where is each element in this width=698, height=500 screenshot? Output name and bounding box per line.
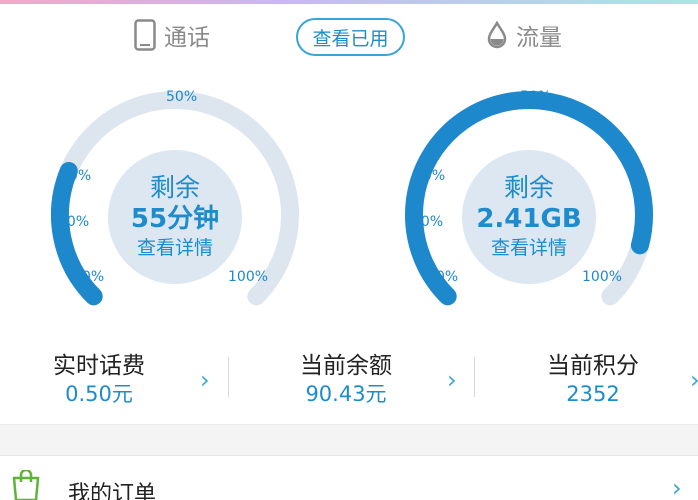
- top-accent-line: [0, 0, 698, 4]
- tab-data-label: 流量: [516, 25, 562, 51]
- call-remaining-title: 剩余: [149, 173, 200, 202]
- stat-realtime-charge-value: 0.50元: [65, 382, 133, 406]
- stat-current-points[interactable]: 当前积分 2352: [513, 352, 673, 408]
- my-orders-label: 我的订单: [68, 482, 157, 500]
- call-remaining-value: 55分钟: [130, 204, 220, 234]
- tick-20: 20%: [414, 168, 446, 184]
- stat-current-balance-label: 当前余额: [300, 353, 392, 379]
- stat-current-points-value: 2352: [566, 382, 620, 406]
- stat-current-balance[interactable]: 当前余额 90.43元: [266, 352, 426, 408]
- data-view-details-link[interactable]: 查看详情: [491, 235, 567, 261]
- tick-0: 0%: [82, 269, 105, 285]
- view-used-button[interactable]: 查看已用: [296, 18, 405, 56]
- data-gauge[interactable]: 0% 10% 20% 50% 100% 剩余 2.41GB 查看详情: [374, 60, 674, 310]
- tab-data[interactable]: 流量: [486, 18, 562, 52]
- stat-current-balance-value: 90.43元: [305, 382, 387, 406]
- chevron-right-icon[interactable]: ›: [200, 368, 210, 392]
- tick-0: 0%: [436, 269, 459, 285]
- call-view-details-link[interactable]: 查看详情: [137, 235, 213, 261]
- data-remaining-title: 剩余: [503, 173, 554, 202]
- phone-icon: [134, 19, 156, 51]
- data-remaining-value: 2.41GB: [476, 204, 582, 234]
- tick-10: 10%: [58, 214, 90, 230]
- stat-realtime-charge[interactable]: 实时话费 0.50元: [19, 352, 179, 408]
- divider: [474, 357, 475, 397]
- chevron-right-icon[interactable]: ›: [672, 474, 682, 500]
- tick-100: 100%: [582, 269, 623, 285]
- droplet-icon: [487, 21, 507, 49]
- stat-realtime-charge-label: 实时话费: [53, 353, 145, 379]
- my-orders-row[interactable]: 我的订单 ›: [0, 456, 698, 500]
- tab-call-label: 通话: [164, 25, 210, 51]
- tick-10: 10%: [412, 214, 444, 230]
- call-gauge[interactable]: 0% 10% 20% 50% 100% 剩余 55分钟 查看详情: [20, 60, 320, 310]
- chevron-right-icon[interactable]: ›: [447, 368, 457, 392]
- section-gap: [0, 424, 698, 456]
- shopping-bag-icon: [12, 470, 40, 500]
- tick-100: 100%: [228, 269, 269, 285]
- chevron-right-icon[interactable]: ›: [690, 368, 698, 392]
- tab-call[interactable]: 通话: [134, 18, 210, 52]
- data-gauge-center[interactable]: 剩余 2.41GB 查看详情: [462, 150, 596, 284]
- call-gauge-center[interactable]: 剩余 55分钟 查看详情: [108, 150, 242, 284]
- tick-50: 50%: [166, 89, 198, 105]
- stat-current-points-label: 当前积分: [547, 353, 639, 379]
- tick-50: 50%: [520, 89, 552, 105]
- divider: [228, 357, 229, 397]
- tick-20: 20%: [60, 168, 92, 184]
